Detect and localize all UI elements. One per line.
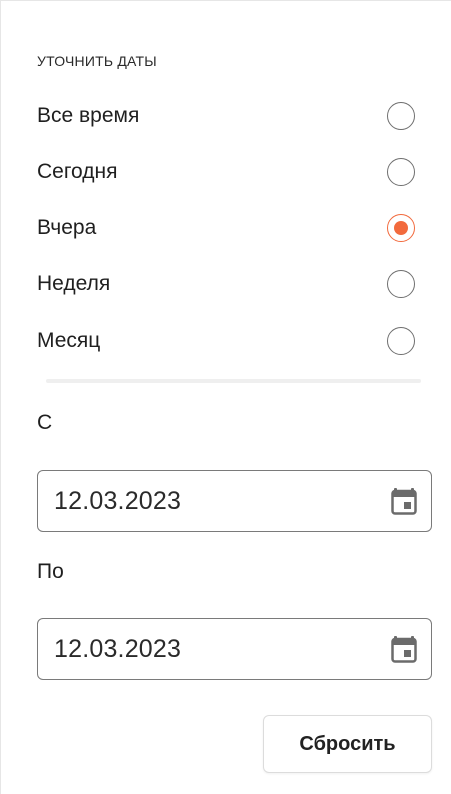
section-title: УТОЧНИТЬ ДАТЫ	[37, 53, 157, 69]
radio-button[interactable]	[387, 102, 415, 130]
to-date-value: 12.03.2023	[54, 634, 182, 663]
option-today[interactable]: Сегодня	[37, 155, 415, 189]
from-date-input[interactable]: 12.03.2023	[37, 470, 432, 532]
to-date-input[interactable]: 12.03.2023	[37, 618, 432, 680]
radio-button-selected[interactable]	[387, 214, 415, 242]
radio-button[interactable]	[387, 158, 415, 186]
option-month[interactable]: Месяц	[37, 324, 415, 358]
reset-button[interactable]: Сбросить	[263, 715, 432, 773]
option-label: Месяц	[37, 329, 101, 352]
date-filter-panel: УТОЧНИТЬ ДАТЫ Все время Сегодня Вчера Не…	[0, 0, 451, 794]
option-label: Все время	[37, 104, 140, 127]
option-label: Неделя	[37, 272, 111, 295]
radio-button[interactable]	[387, 270, 415, 298]
option-week[interactable]: Неделя	[37, 267, 415, 301]
option-label: Вчера	[37, 216, 97, 239]
option-label: Сегодня	[37, 160, 118, 183]
divider	[46, 379, 421, 383]
radio-button[interactable]	[387, 327, 415, 355]
to-label: По	[37, 560, 64, 583]
option-all-time[interactable]: Все время	[37, 99, 415, 133]
option-yesterday[interactable]: Вчера	[37, 211, 415, 245]
from-date-value: 12.03.2023	[54, 486, 182, 515]
from-label: С	[37, 411, 53, 434]
calendar-icon[interactable]	[391, 635, 417, 663]
calendar-icon[interactable]	[391, 487, 417, 515]
radio-dot	[394, 221, 408, 235]
